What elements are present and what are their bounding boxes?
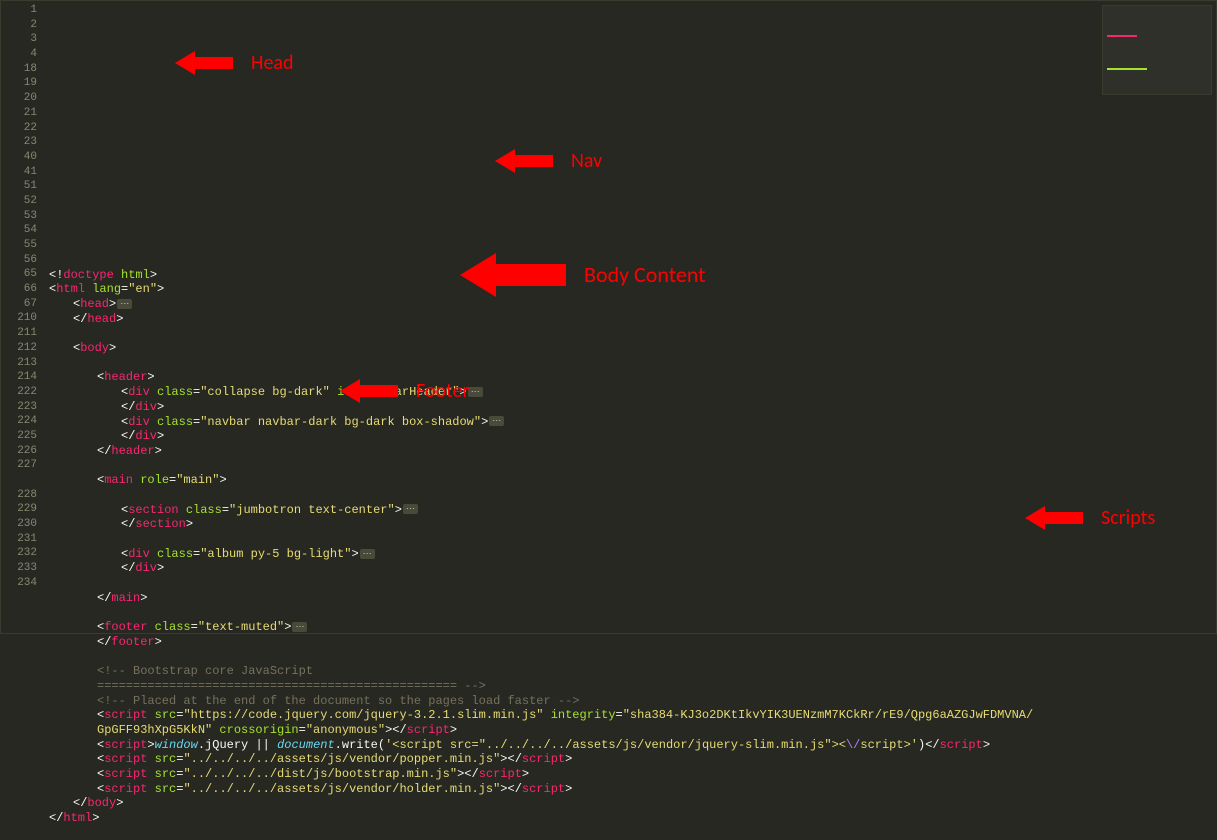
code-line[interactable]: </header> xyxy=(49,444,1216,459)
line-number: 225 xyxy=(1,429,37,444)
line-number: 228 xyxy=(1,488,37,503)
code-line[interactable]: <div class="album py-5 bg-light">⋯ xyxy=(49,547,1216,562)
fold-marker[interactable]: ⋯ xyxy=(292,622,307,632)
code-line[interactable]: <script src="../../../../assets/js/vendo… xyxy=(49,782,1216,797)
line-number: 3 xyxy=(1,32,37,47)
line-number: 65 xyxy=(1,267,37,282)
code-line[interactable]: <main role="main"> xyxy=(49,473,1216,488)
line-number: 230 xyxy=(1,517,37,532)
line-number: 21 xyxy=(1,106,37,121)
code-line[interactable]: <head>⋯ xyxy=(49,297,1216,312)
code-line[interactable]: <!doctype html> xyxy=(49,268,1216,283)
line-number: 53 xyxy=(1,209,37,224)
code-editor[interactable]: 1234181920212223404151525354555665666721… xyxy=(0,0,1217,634)
code-line[interactable]: <script src="https://code.jquery.com/jqu… xyxy=(49,708,1216,723)
annotation-nav-label: Nav xyxy=(571,154,602,169)
line-number: 231 xyxy=(1,532,37,547)
code-line[interactable]: <body> xyxy=(49,341,1216,356)
code-line[interactable]: <header> xyxy=(49,370,1216,385)
fold-marker[interactable]: ⋯ xyxy=(468,387,483,397)
code-line[interactable] xyxy=(49,650,1216,665)
fold-marker[interactable]: ⋯ xyxy=(403,504,418,514)
code-line[interactable]: <div class="navbar navbar-dark bg-dark b… xyxy=(49,415,1216,430)
line-number: 54 xyxy=(1,223,37,238)
code-line[interactable]: <div class="collapse bg-dark" id="navbar… xyxy=(49,385,1216,400)
code-line[interactable]: <html lang="en"> xyxy=(49,282,1216,297)
line-number: 232 xyxy=(1,546,37,561)
code-line[interactable] xyxy=(49,488,1216,503)
code-line[interactable] xyxy=(49,532,1216,547)
line-number: 229 xyxy=(1,502,37,517)
line-number: 233 xyxy=(1,561,37,576)
line-number: 22 xyxy=(1,121,37,136)
line-number: 41 xyxy=(1,165,37,180)
line-number: 211 xyxy=(1,326,37,341)
code-line[interactable]: <!-- Placed at the end of the document s… xyxy=(49,694,1216,709)
code-line[interactable]: </div> xyxy=(49,400,1216,415)
fold-marker[interactable]: ⋯ xyxy=(117,299,132,309)
line-number: 2 xyxy=(1,18,37,33)
code-line[interactable]: </div> xyxy=(49,429,1216,444)
line-number: 52 xyxy=(1,194,37,209)
line-number: 66 xyxy=(1,282,37,297)
code-line[interactable]: </div> xyxy=(49,561,1216,576)
code-line[interactable]: <script src="../../../../assets/js/vendo… xyxy=(49,752,1216,767)
line-number: 227 xyxy=(1,458,37,473)
annotation-head: Head xyxy=(175,51,294,75)
line-number: 56 xyxy=(1,253,37,268)
code-line[interactable] xyxy=(49,605,1216,620)
line-number: 210 xyxy=(1,311,37,326)
line-number xyxy=(1,473,37,488)
code-line[interactable]: </section> xyxy=(49,517,1216,532)
line-number: 222 xyxy=(1,385,37,400)
line-number: 1 xyxy=(1,3,37,18)
code-line[interactable] xyxy=(49,576,1216,591)
code-area[interactable]: Head Nav Body Content Footer Scripts xyxy=(45,1,1216,633)
code-line[interactable] xyxy=(49,253,1216,268)
code-line[interactable]: </head> xyxy=(49,312,1216,327)
line-number: 55 xyxy=(1,238,37,253)
line-number: 234 xyxy=(1,576,37,591)
line-number: 223 xyxy=(1,400,37,415)
annotation-nav: Nav xyxy=(495,149,602,173)
line-number: 4 xyxy=(1,47,37,62)
minimap[interactable] xyxy=(1102,5,1212,95)
line-number-gutter: 1234181920212223404151525354555665666721… xyxy=(1,1,45,633)
code-line[interactable]: <script>window.jQuery || document.write(… xyxy=(49,738,1216,753)
code-line[interactable]: <script src="../../../../dist/js/bootstr… xyxy=(49,767,1216,782)
code-line[interactable] xyxy=(49,459,1216,474)
line-number: 20 xyxy=(1,91,37,106)
line-number: 214 xyxy=(1,370,37,385)
code-line[interactable]: </footer> xyxy=(49,635,1216,650)
code-line[interactable]: ========================================… xyxy=(49,679,1216,694)
code-line[interactable]: </html> xyxy=(49,811,1216,826)
line-number: 67 xyxy=(1,297,37,312)
line-number: 18 xyxy=(1,62,37,77)
line-number: 23 xyxy=(1,135,37,150)
code-line[interactable]: GpGFF93hXpG5KkN" crossorigin="anonymous"… xyxy=(49,723,1216,738)
line-number: 213 xyxy=(1,356,37,371)
code-line[interactable]: </main> xyxy=(49,591,1216,606)
code-line[interactable]: <section class="jumbotron text-center">⋯ xyxy=(49,503,1216,518)
fold-marker[interactable]: ⋯ xyxy=(489,416,504,426)
code-line[interactable]: <footer class="text-muted">⋯ xyxy=(49,620,1216,635)
line-number: 40 xyxy=(1,150,37,165)
code-line[interactable] xyxy=(49,826,1216,840)
line-number: 226 xyxy=(1,444,37,459)
fold-marker[interactable]: ⋯ xyxy=(360,549,375,559)
line-number: 212 xyxy=(1,341,37,356)
annotation-head-label: Head xyxy=(251,56,294,71)
line-number: 224 xyxy=(1,414,37,429)
code-line[interactable]: <!-- Bootstrap core JavaScript xyxy=(49,664,1216,679)
code-line[interactable] xyxy=(49,326,1216,341)
code-line[interactable] xyxy=(49,356,1216,371)
code-line[interactable]: </body> xyxy=(49,796,1216,811)
line-number: 19 xyxy=(1,76,37,91)
line-number: 51 xyxy=(1,179,37,194)
